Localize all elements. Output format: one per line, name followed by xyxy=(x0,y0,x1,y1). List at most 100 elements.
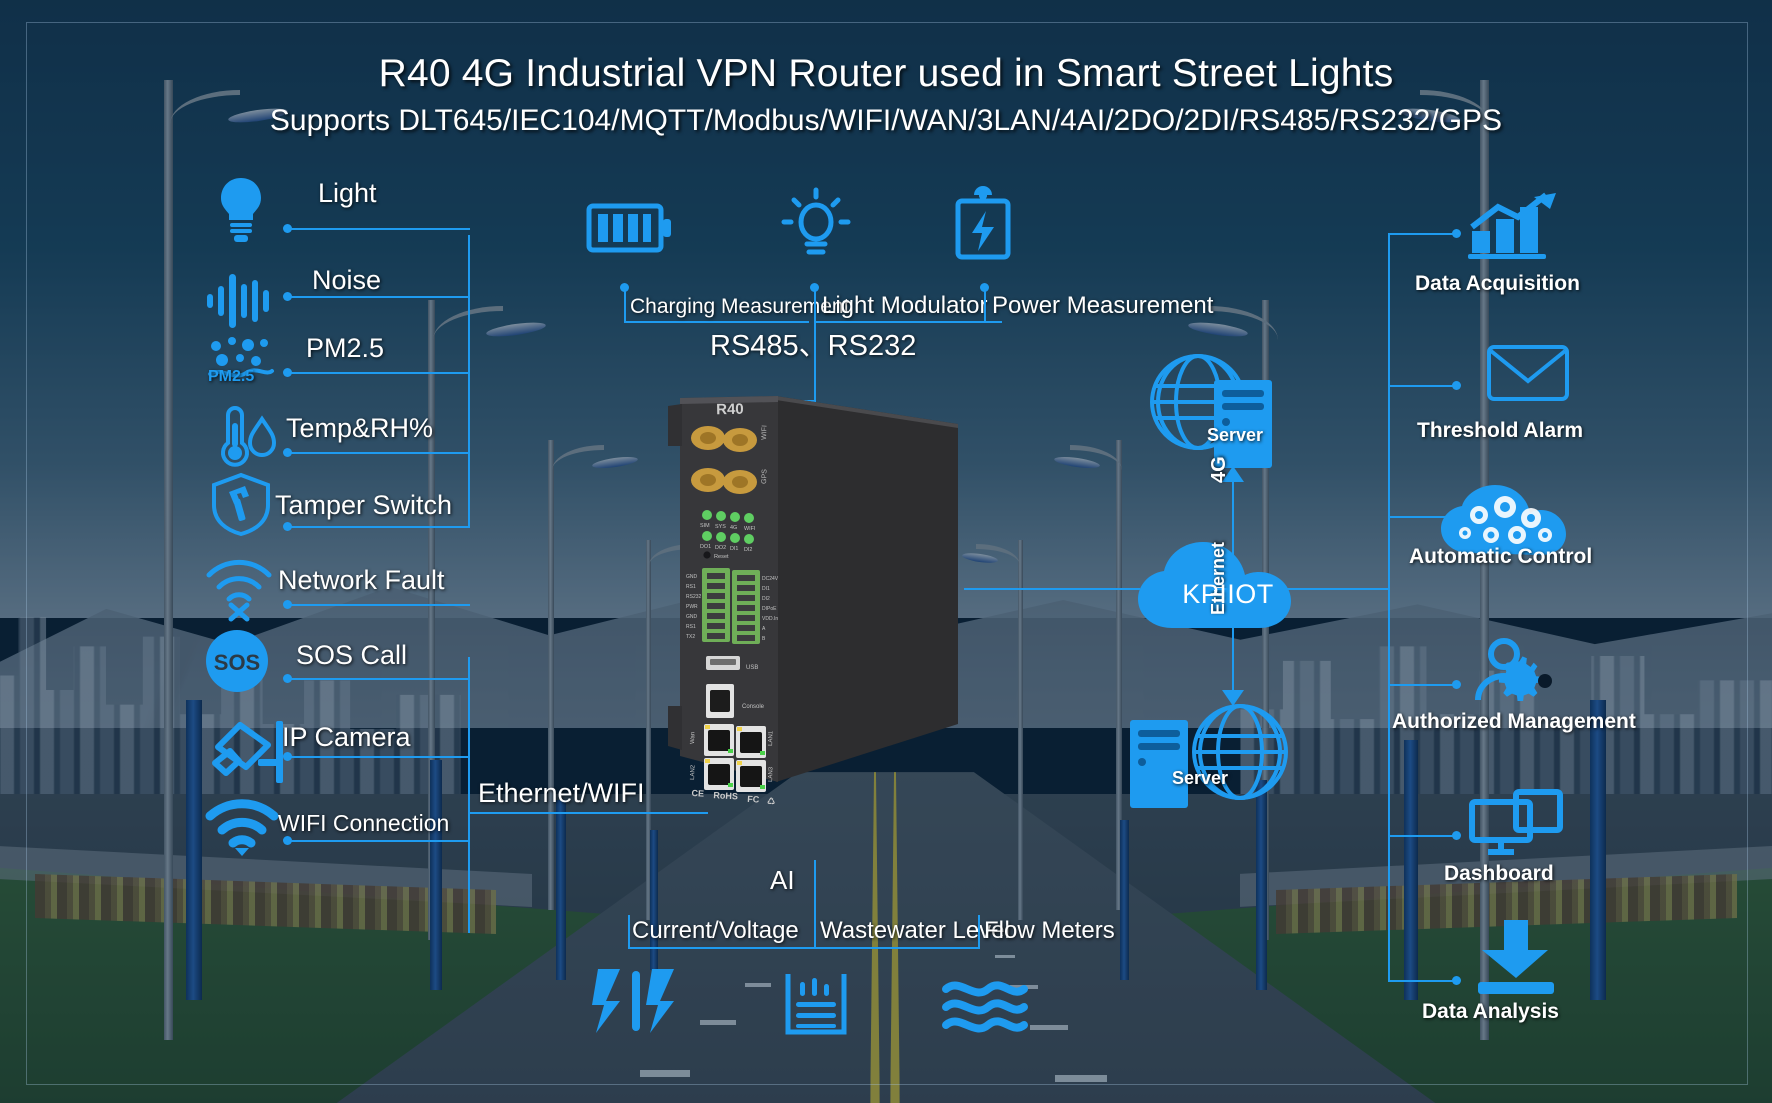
page-title: R40 4G Industrial VPN Router used in Sma… xyxy=(378,52,1394,95)
download-arrow-icon xyxy=(1470,920,1562,1000)
sensor-label-network-fault: Network Fault xyxy=(278,565,445,595)
svg-text:LAN2: LAN2 xyxy=(690,764,697,780)
sensor-label-tamper-switch: Tamper Switch xyxy=(275,490,453,520)
leader-dot xyxy=(1452,976,1461,985)
svg-text:RS1: RS1 xyxy=(686,584,696,590)
feature-label-automatic-control: Automatic Control xyxy=(1409,545,1593,568)
ai-label-flow-meters: Flow Meters xyxy=(984,917,1115,944)
leader-charging-measurement-v xyxy=(624,288,626,323)
svg-text:DI1: DI1 xyxy=(730,546,738,552)
leader-tamper-switch xyxy=(288,526,470,528)
feature-leader-threshold-alarm xyxy=(1388,385,1456,387)
svg-text:SOS: SOS xyxy=(214,650,260,675)
svg-text:WIFI: WIFI xyxy=(744,526,755,532)
leader-dot xyxy=(283,292,292,301)
page-subtitle: Supports DLT645/IEC104/MQTT/Modbus/WIFI/… xyxy=(269,104,1503,137)
leader-dot xyxy=(1452,229,1461,238)
svg-text:RoHS: RoHS xyxy=(713,790,738,801)
ai-label-wastewater-level: Wastewater Level xyxy=(820,917,1010,944)
sound-wave-icon xyxy=(205,270,277,330)
pm25-icon-caption: PM2.5 xyxy=(208,368,255,385)
cctv-camera-icon xyxy=(206,715,292,785)
feature-label-data-analysis: Data Analysis xyxy=(1422,1000,1559,1023)
leader-dot xyxy=(1452,831,1461,840)
sensor-label-light: Light xyxy=(318,178,377,208)
feature-leader-data-acquisition xyxy=(1388,233,1456,235)
leader-dot xyxy=(283,674,292,683)
leader-power-measurement-v xyxy=(984,288,986,323)
svg-text:GND: GND xyxy=(686,614,698,620)
svg-text:VDD.In: VDD.In xyxy=(762,616,778,622)
leader-dot xyxy=(1452,680,1461,689)
svg-text:Reset: Reset xyxy=(714,554,729,560)
monitor-icon xyxy=(1468,789,1564,856)
diagram-canvas: R40 4G Industrial VPN Router used in Sma… xyxy=(0,0,1772,1103)
leader-light xyxy=(288,228,470,230)
svg-text:Console: Console xyxy=(742,704,765,710)
measurement-label-light-modulator: Light Modulator xyxy=(822,292,988,319)
features-trunk xyxy=(1388,233,1390,981)
wifi-icon xyxy=(205,799,279,858)
ai-trunk-flow-meters xyxy=(978,915,980,949)
svg-text:DIPoE: DIPoE xyxy=(762,606,777,612)
feature-label-data-acquisition: Data Acquisition xyxy=(1415,272,1580,295)
svg-text:PWR: PWR xyxy=(686,604,698,610)
ai-trunk-current-voltage xyxy=(628,915,630,949)
leader-dot xyxy=(283,836,292,845)
left-trunk-lower xyxy=(468,657,470,933)
leader-sos-call xyxy=(288,678,470,680)
sos-icon: SOS xyxy=(206,630,268,692)
svg-text:DO2: DO2 xyxy=(715,545,726,551)
sensor-label-noise: Noise xyxy=(312,265,382,295)
water-level-icon xyxy=(780,968,852,1040)
svg-text:R40: R40 xyxy=(716,401,744,418)
leader-dot xyxy=(283,600,292,609)
leader-network-fault xyxy=(288,604,470,606)
server-icon-bottom xyxy=(1128,718,1190,810)
measurement-label-power: Power Measurement xyxy=(992,292,1214,319)
feature-leader-authorized-management xyxy=(1388,684,1456,686)
leader-pm25 xyxy=(288,372,470,374)
downlink-ethernet-line xyxy=(1232,615,1234,693)
ai-line-wastewater xyxy=(814,947,978,949)
ethernet-wifi-line xyxy=(468,812,708,814)
flow-meter-icon xyxy=(940,975,1030,1035)
r40-router-device: R40 WIFI GPS SIM SYS 4G WIFI DO1 DO2 DI1 DI2 xyxy=(658,384,976,806)
analog-input-group-label: AI xyxy=(770,865,795,895)
kpiiot-cloud-label: KPIIOT xyxy=(1182,578,1274,609)
svg-text:4G: 4G xyxy=(730,525,737,531)
current-voltage-icon xyxy=(590,965,682,1037)
svg-text:LAN1: LAN1 xyxy=(768,730,775,746)
thermometer-humidity-icon xyxy=(208,405,278,469)
leader-dot xyxy=(283,522,292,531)
measurement-label-charging: Charging Measurement xyxy=(630,295,850,318)
ai-label-current-voltage: Current/Voltage xyxy=(632,917,799,944)
svg-text:DI1: DI1 xyxy=(762,586,770,592)
uplink-4g-label: 4G xyxy=(1208,456,1230,483)
svg-text:CE: CE xyxy=(691,788,704,799)
svg-text:DI2: DI2 xyxy=(762,596,770,602)
svg-text:USB: USB xyxy=(746,665,758,671)
svg-text:TX2: TX2 xyxy=(686,634,695,640)
ai-trunk-wastewater xyxy=(814,860,816,948)
shield-hammer-icon xyxy=(210,472,272,537)
ethernet-wifi-label: Ethernet/WIFI xyxy=(478,778,645,808)
server-label-bottom: Server xyxy=(1172,768,1229,788)
svg-text:DC24V: DC24V xyxy=(762,576,779,582)
wifi-fault-icon xyxy=(205,557,273,622)
leader-temp-rh xyxy=(288,452,470,454)
svg-text:WIFI: WIFI xyxy=(761,425,769,440)
envelope-icon xyxy=(1487,345,1569,401)
svg-text:SYS: SYS xyxy=(715,524,726,530)
leader-wifi-connection xyxy=(288,840,470,842)
server-label-top: Server xyxy=(1207,425,1264,445)
svg-text:GPS: GPS xyxy=(761,469,769,484)
sensor-label-pm25: PM2.5 xyxy=(306,333,385,363)
leader-dot xyxy=(283,752,292,761)
left-trunk-upper xyxy=(468,235,470,527)
svg-text:SIM: SIM xyxy=(700,523,710,529)
svg-text:DO1: DO1 xyxy=(700,544,711,550)
svg-text:FC: FC xyxy=(747,794,760,805)
battery-bolt-icon xyxy=(952,185,1014,261)
svg-text:GND: GND xyxy=(686,574,698,580)
